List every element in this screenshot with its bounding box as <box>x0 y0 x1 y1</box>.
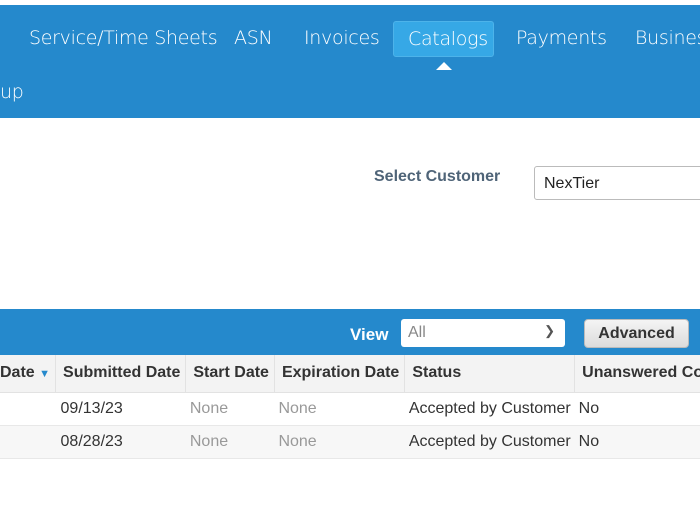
nav-service-time-sheets[interactable]: Service/Time Sheets <box>15 21 231 57</box>
table-header-row: Date ▼ Submitted Date Start Date Expirat… <box>0 355 700 393</box>
catalogs-table: Date ▼ Submitted Date Start Date Expirat… <box>0 355 700 459</box>
nav-invoices[interactable]: Invoices <box>290 21 393 57</box>
top-navigation: Service/Time Sheets ASN Invoices Catalog… <box>0 5 700 118</box>
cell-expiration: None <box>274 392 405 426</box>
cell-status: Accepted by Customer <box>404 425 575 459</box>
view-select[interactable]: All ❯ <box>401 319 565 347</box>
cell-submitted: 09/13/23 <box>55 392 186 426</box>
advanced-button[interactable]: Advanced <box>584 319 689 348</box>
cell-unanswered: No <box>574 392 700 426</box>
cell-date <box>0 392 56 426</box>
cell-expiration: None <box>274 425 405 459</box>
col-start-date[interactable]: Start Date <box>185 355 275 393</box>
select-customer-label: Select Customer <box>374 168 501 185</box>
chevron-down-icon: ❯ <box>544 323 555 338</box>
nav-business[interactable]: Busines <box>621 21 700 57</box>
customer-select[interactable]: NexTier <box>534 166 700 200</box>
view-label: View <box>350 325 389 344</box>
sort-desc-icon: ▼ <box>39 368 51 381</box>
table-row[interactable]: 09/13/23 None None Accepted by Customer … <box>0 392 700 426</box>
nav-payments[interactable]: Payments <box>502 21 621 57</box>
view-value: All <box>408 324 426 341</box>
cell-status: Accepted by Customer <box>404 392 575 426</box>
col-date-label: Date <box>0 364 35 382</box>
cell-submitted: 08/28/23 <box>55 425 186 459</box>
nav-setup[interactable]: up <box>0 75 38 111</box>
col-expiration-date[interactable]: Expiration Date <box>274 355 406 393</box>
cell-start: None <box>185 392 275 426</box>
cell-unanswered: No <box>574 425 700 459</box>
nav-asn[interactable]: ASN <box>220 21 286 57</box>
active-indicator-icon <box>436 62 452 70</box>
col-submitted-date[interactable]: Submitted Date <box>55 355 187 393</box>
nav-catalogs[interactable]: Catalogs <box>393 21 494 57</box>
col-date[interactable]: Date ▼ <box>0 355 57 393</box>
table-row[interactable]: 08/28/23 None None Accepted by Customer … <box>0 425 700 459</box>
col-status[interactable]: Status <box>404 355 576 393</box>
cell-date <box>0 425 56 459</box>
col-unanswered[interactable]: Unanswered Co <box>574 355 700 393</box>
cell-start: None <box>185 425 275 459</box>
